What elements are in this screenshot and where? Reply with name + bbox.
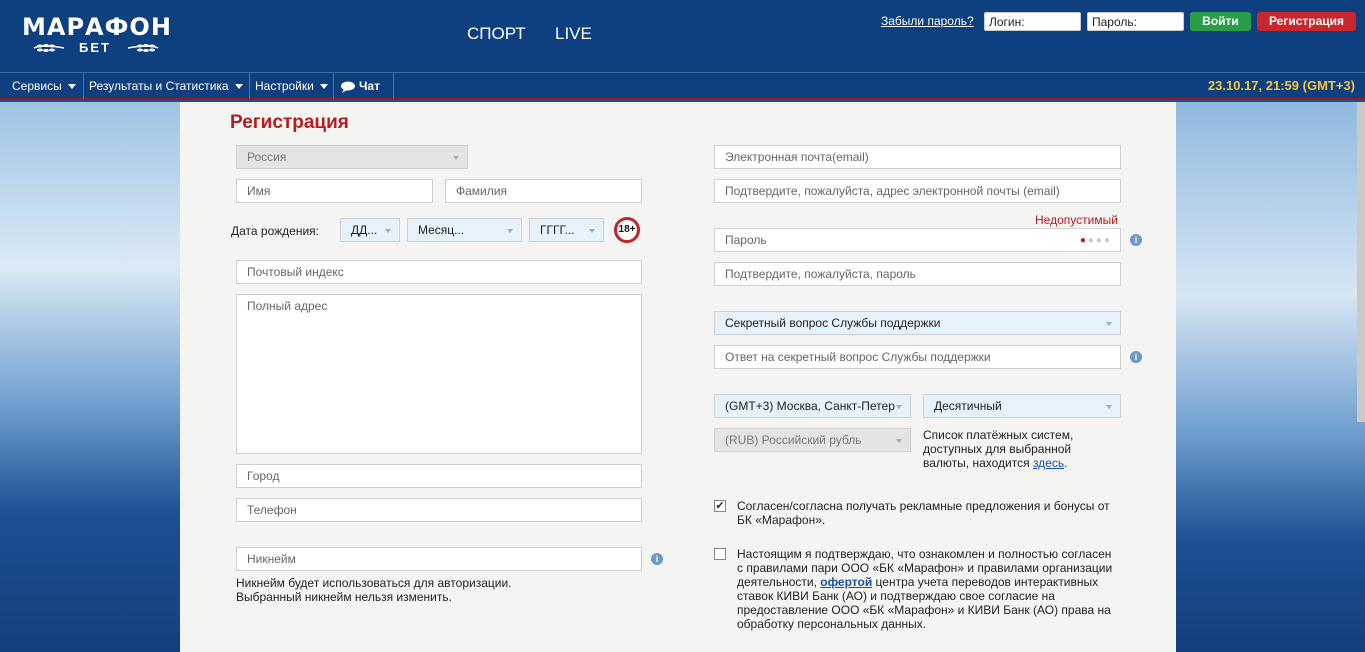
- nickname-input[interactable]: Никнейм: [236, 547, 642, 571]
- menu-services-label: Сервисы: [12, 79, 62, 93]
- terms-line-1: Настоящим я подтверждаю, что ознакомлен …: [737, 547, 1112, 561]
- strength-dot-empty: ●●●: [1087, 235, 1112, 246]
- logo-main-text: МАРАФОН: [22, 13, 172, 41]
- strength-dot-filled: ●: [1079, 235, 1088, 246]
- promo-line-2: БК «Марафон».: [737, 513, 826, 527]
- promo-consent-text: Согласен/согласна получать рекламные пре…: [737, 499, 1110, 527]
- dob-month-select[interactable]: Месяц...: [407, 218, 522, 242]
- chat-bubble-icon: [341, 81, 355, 93]
- promo-checkbox[interactable]: ✔: [714, 500, 726, 512]
- secret-answer-input[interactable]: Ответ на секретный вопрос Службы поддерж…: [714, 345, 1121, 369]
- dob-month-value: Месяц...: [418, 223, 465, 237]
- menu-settings[interactable]: Настройки: [250, 73, 334, 99]
- password-field[interactable]: Пароль ●●●●: [714, 228, 1121, 252]
- dob-day-select[interactable]: ДД...: [340, 218, 400, 242]
- menu-chat[interactable]: Чат: [334, 73, 394, 99]
- login-button[interactable]: Войти: [1190, 12, 1251, 31]
- password-confirm-input[interactable]: Подтвердите, пожалуйста, пароль: [714, 262, 1121, 286]
- info-icon[interactable]: i: [1130, 234, 1142, 246]
- payment-systems-link[interactable]: здесь: [1033, 456, 1064, 470]
- chevron-down-icon: [589, 229, 595, 233]
- dob-year-select[interactable]: ГГГГ...: [529, 218, 604, 242]
- timezone-select[interactable]: (GMT+3) Москва, Санкт-Петер: [714, 394, 911, 418]
- terms-line-4: ставок КИВИ Банк (АО) и подтверждаю свое…: [737, 589, 1055, 603]
- currency-select[interactable]: (RUB) Российский рубль: [714, 428, 911, 452]
- chevron-down-icon: [896, 439, 902, 443]
- email-confirm-input[interactable]: Подтвердите, пожалуйста, адрес электронн…: [714, 179, 1121, 203]
- chevron-down-icon: [319, 84, 328, 90]
- last-name-input[interactable]: Фамилия: [445, 179, 642, 203]
- terms-line-6: обработку персональных данных.: [737, 617, 927, 631]
- odds-format-select[interactable]: Десятичный: [923, 394, 1121, 418]
- secret-question-select[interactable]: Секретный вопрос Службы поддержки: [714, 311, 1121, 335]
- menu-bar: Сервисы Результаты и Статистика Настройк…: [0, 72, 1365, 100]
- chevron-down-icon: [67, 84, 76, 90]
- age-18-badge-icon: 18+: [614, 217, 640, 243]
- terms-consent-text: Настоящим я подтверждаю, что ознакомлен …: [737, 547, 1112, 631]
- nickname-note: Никнейм будет использоваться для авториз…: [236, 576, 511, 604]
- chevron-down-icon: [385, 229, 391, 233]
- promo-line-1: Согласен/согласна получать рекламные пре…: [737, 499, 1110, 513]
- page-scrollbar[interactable]: [1357, 102, 1365, 422]
- dob-year-value: ГГГГ...: [540, 223, 575, 237]
- laurel-right-icon: [127, 44, 159, 52]
- menu-settings-label: Настройки: [255, 79, 314, 93]
- odds-format-value: Десятичный: [934, 399, 1002, 413]
- city-input[interactable]: Город: [236, 464, 642, 488]
- register-button[interactable]: Регистрация: [1257, 12, 1356, 31]
- postal-code-input[interactable]: Почтовый индекс: [236, 260, 642, 284]
- terms-checkbox[interactable]: [714, 548, 726, 560]
- first-name-input[interactable]: Имя: [236, 179, 433, 203]
- payment-systems-note: Список платёжных систем, доступных для в…: [923, 428, 1073, 470]
- terms-line-3a: деятельности,: [737, 575, 817, 589]
- payment-note-line-1: Список платёжных систем,: [923, 428, 1074, 442]
- info-icon[interactable]: i: [651, 553, 663, 565]
- payment-note-end: .: [1064, 456, 1068, 470]
- top-header: МАРАФОН БЕТ СПОРТ LIVE Забыли пароль? Ло…: [0, 0, 1365, 72]
- logo[interactable]: МАРАФОН БЕТ: [22, 14, 172, 58]
- info-icon[interactable]: i: [1130, 351, 1142, 363]
- password-error-text: Недопустимый: [1035, 213, 1118, 227]
- chevron-down-icon: [1106, 405, 1112, 409]
- timezone-value: (GMT+3) Москва, Санкт-Петер: [725, 399, 895, 413]
- stadium-background-left: [0, 102, 180, 652]
- terms-line-2: с правилами пари ООО «БК «Марафон» и пра…: [737, 561, 1113, 575]
- page-title: Регистрация: [230, 112, 349, 133]
- country-value: Россия: [247, 150, 287, 164]
- payment-note-line-2: доступных для выбранной: [923, 442, 1072, 456]
- menu-results-label: Результаты и Статистика: [89, 79, 229, 93]
- dob-label: Дата рождения:: [231, 224, 319, 238]
- phone-input[interactable]: Телефон: [236, 498, 642, 522]
- terms-line-5: предоставление ООО «БК «Марафон» и КИВИ …: [737, 603, 1111, 617]
- forgot-password-link[interactable]: Забыли пароль?: [881, 14, 974, 28]
- chevron-down-icon: [1106, 322, 1112, 326]
- menu-services[interactable]: Сервисы: [0, 73, 84, 99]
- menu-results[interactable]: Результаты и Статистика: [84, 73, 250, 99]
- nickname-note-line-2: Выбранный никнейм нельзя изменить.: [236, 590, 452, 604]
- offer-link[interactable]: офертой: [820, 575, 872, 589]
- chevron-down-icon: [234, 84, 243, 90]
- email-input[interactable]: Электронная почта(email): [714, 145, 1121, 169]
- secret-question-value: Секретный вопрос Службы поддержки: [725, 316, 941, 330]
- nav-sport[interactable]: СПОРТ: [467, 24, 526, 44]
- dob-day-value: ДД...: [351, 223, 378, 237]
- menu-chat-label: Чат: [359, 79, 380, 93]
- chevron-down-icon: [507, 229, 513, 233]
- nav-live[interactable]: LIVE: [555, 24, 592, 44]
- password-input[interactable]: Пароль:: [1087, 12, 1184, 31]
- password-strength-indicator: ●●●●: [1079, 235, 1112, 246]
- chevron-down-icon: [896, 405, 902, 409]
- currency-value: (RUB) Российский рубль: [725, 433, 862, 447]
- stadium-background-right: [1176, 102, 1365, 652]
- country-select[interactable]: Россия: [236, 145, 468, 169]
- datetime-display: 23.10.17, 21:59 (GMT+3): [1207, 78, 1355, 93]
- password-placeholder: Пароль: [725, 233, 767, 247]
- terms-line-3b: центра учета переводов интерактивных: [875, 575, 1099, 589]
- payment-note-line-3: валюты, находится: [923, 456, 1030, 470]
- chevron-down-icon: [453, 156, 459, 160]
- login-input[interactable]: Логин:: [984, 12, 1081, 31]
- full-address-textarea[interactable]: Полный адрес: [236, 294, 642, 454]
- nickname-note-line-1: Никнейм будет использоваться для авториз…: [236, 576, 512, 590]
